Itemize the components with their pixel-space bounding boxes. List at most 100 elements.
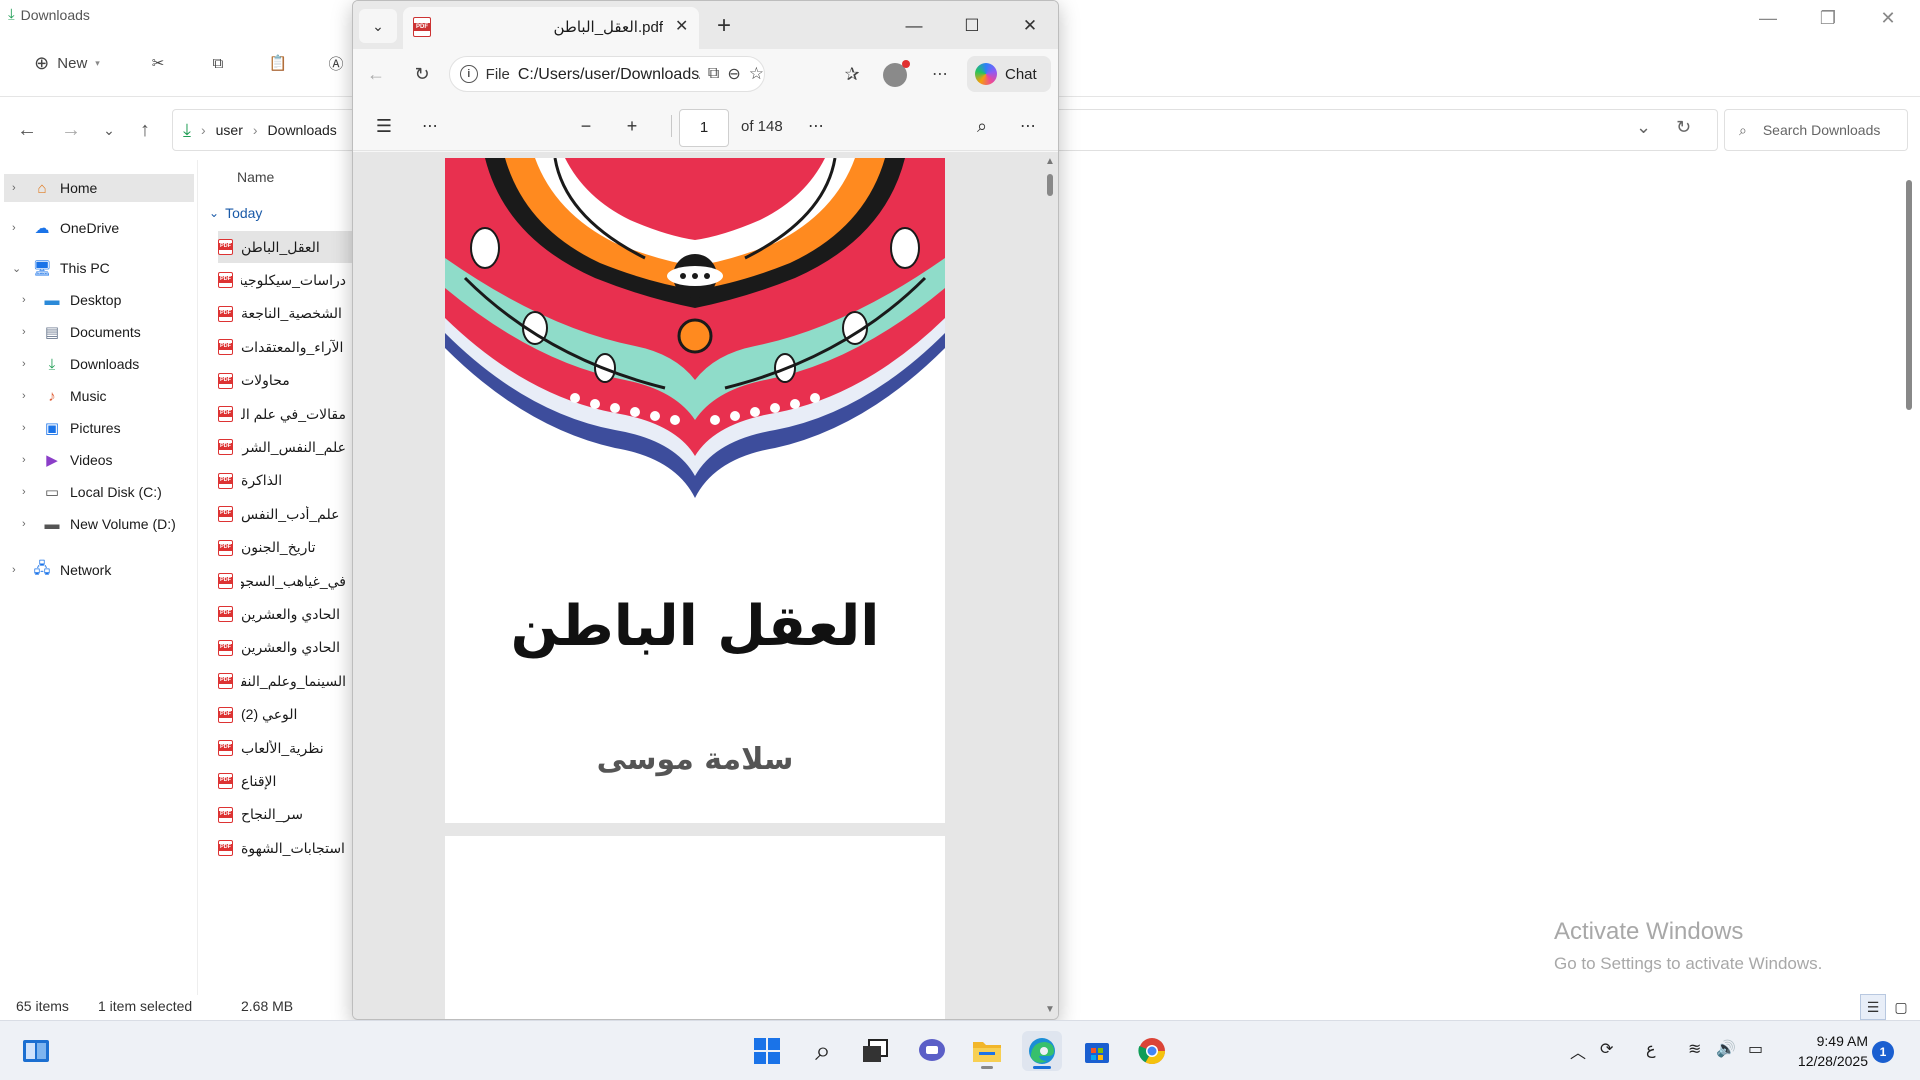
notification-badge[interactable]: 1 <box>1872 1041 1894 1063</box>
back-arrow-icon[interactable]: ← <box>359 57 393 91</box>
sidebar-item-local-disk[interactable]: › ▭ Local Disk (C:) <box>20 478 162 506</box>
sync-icon[interactable]: ⟳ <box>1600 1039 1613 1059</box>
up-arrow-icon[interactable]: ↑ <box>130 115 160 145</box>
sidebar-item-videos[interactable]: › ▶ Videos <box>20 446 113 474</box>
file-row[interactable]: الشخصية_الناجعة <box>218 298 355 330</box>
tab-actions-chevron-icon[interactable]: ⌄ <box>359 9 397 43</box>
file-row[interactable]: الذاكرة <box>218 465 355 497</box>
page-number-input[interactable]: 1 <box>679 109 729 147</box>
sidebar-item-home[interactable]: › ⌂ Home <box>4 174 194 202</box>
new-button[interactable]: ⊕ New ▾ <box>24 45 110 81</box>
chrome-taskbar-icon[interactable] <box>1132 1031 1172 1071</box>
breadcrumb-downloads[interactable]: Downloads <box>268 122 337 138</box>
file-row[interactable]: في_غياهب_السجون <box>218 565 355 597</box>
file-row[interactable]: الحادي والعشرين <box>218 632 355 664</box>
input-language[interactable]: ع <box>1646 1039 1656 1059</box>
file-row[interactable]: الوعي (2) <box>218 699 355 731</box>
file-row[interactable]: مقالات_في علم النفس <box>218 398 355 430</box>
close-button[interactable]: ✕ <box>1860 0 1916 36</box>
paste-icon[interactable]: 📋 <box>260 45 296 81</box>
wifi-icon[interactable]: ≋ <box>1688 1039 1701 1059</box>
refresh-icon[interactable]: ↻ <box>405 57 439 91</box>
file-row[interactable]: نظرية_الألعاب <box>218 732 355 764</box>
read-aloud-icon[interactable]: ⧉ <box>708 65 719 83</box>
tab-pdf[interactable]: العقل_الباطن.pdf ✕ <box>403 7 699 49</box>
cut-icon[interactable]: ✂ <box>140 45 176 81</box>
new-tab-plus-icon[interactable]: + <box>707 9 741 43</box>
search-box[interactable]: ⌕ Search Downloads <box>1724 109 1908 151</box>
favorite-star-icon[interactable]: ☆ <box>749 64 764 84</box>
column-header-name[interactable]: Name <box>237 169 274 185</box>
battery-icon[interactable]: ▭ <box>1748 1039 1763 1059</box>
file-row[interactable]: سر_النجاح <box>218 799 355 831</box>
sidebar-item-pictures[interactable]: › ▣ Pictures <box>20 414 121 442</box>
copy-icon[interactable]: ⧉ <box>200 45 236 81</box>
scroll-up-arrow-icon[interactable]: ▲ <box>1045 156 1055 167</box>
page-view-more-icon[interactable]: ⋯ <box>799 109 833 143</box>
info-icon[interactable]: i <box>460 65 478 83</box>
sidebar-item-network[interactable]: › 🖧 Network <box>4 556 111 584</box>
copilot-chat-button[interactable]: Chat <box>967 56 1051 92</box>
file-row[interactable]: استجابات_الشهوة <box>218 832 355 864</box>
widgets-icon[interactable] <box>16 1031 56 1071</box>
pdf-viewport[interactable]: العقل الباطن سلامة موسى ▲ ▼ <box>353 152 1058 1019</box>
teams-chat-icon[interactable] <box>912 1031 952 1071</box>
back-arrow-icon[interactable]: ← <box>12 115 42 145</box>
pdf-scrollbar[interactable]: ▲ ▼ <box>1043 152 1057 1019</box>
refresh-icon[interactable]: ↻ <box>1676 117 1691 138</box>
zoom-in-button[interactable]: + <box>615 109 649 143</box>
more-tools-icon[interactable]: ⋯ <box>413 109 447 143</box>
address-bar[interactable]: i File C:/Users/user/Downloads/العقل_الب… <box>449 56 765 92</box>
close-button[interactable]: ✕ <box>1007 9 1053 43</box>
vertical-scrollbar[interactable] <box>1906 180 1912 410</box>
scroll-down-arrow-icon[interactable]: ▼ <box>1045 1004 1055 1015</box>
tab-close-icon[interactable]: ✕ <box>675 16 688 36</box>
address-history-chevron-icon[interactable]: ⌄ <box>1636 117 1651 138</box>
file-row[interactable]: دراسات_سيكلوجية <box>218 264 355 296</box>
sidebar-item-desktop[interactable]: › ▬ Desktop <box>20 286 121 314</box>
file-row[interactable]: علم_النفس_الشرعي <box>218 431 355 463</box>
sidebar-item-onedrive[interactable]: › ☁ OneDrive <box>4 214 119 242</box>
details-view-icon[interactable]: ☰ <box>1860 994 1886 1020</box>
start-windows-icon[interactable] <box>747 1031 787 1071</box>
task-view-icon[interactable] <box>855 1031 895 1071</box>
file-row[interactable]: محاولات <box>218 365 355 397</box>
edge-taskbar-icon[interactable] <box>1022 1031 1062 1071</box>
favorites-icon[interactable]: ✰ <box>835 57 869 91</box>
file-row[interactable]: علم_أدب_النفس <box>218 498 355 530</box>
sidebar-item-new-volume[interactable]: › ▬ New Volume (D:) <box>20 510 176 538</box>
group-header-today[interactable]: ⌄ Today <box>209 205 262 221</box>
tiles-view-icon[interactable]: ▢ <box>1888 994 1914 1020</box>
file-row[interactable]: الآراء_والمعتقدات <box>218 331 355 363</box>
maximize-button[interactable]: ☐ <box>949 9 995 43</box>
breadcrumb-user[interactable]: user <box>216 122 243 138</box>
rename-icon[interactable]: Ⓐ <box>318 45 354 81</box>
search-icon[interactable]: ⌕ <box>965 109 999 143</box>
restore-button[interactable]: ❐ <box>1800 0 1856 36</box>
file-row[interactable]: تاريخ_الجنون <box>218 532 355 564</box>
file-row[interactable]: الإقناع <box>218 765 355 797</box>
microsoft-store-icon[interactable] <box>1077 1031 1117 1071</box>
sidebar-item-this-pc[interactable]: ⌄ 🖥 This PC <box>4 254 110 282</box>
volume-icon[interactable]: 🔊 <box>1716 1039 1736 1059</box>
file-row[interactable]: الحادي والعشرين <box>218 598 355 630</box>
recent-chevron-icon[interactable]: ⌄ <box>94 115 124 145</box>
zoom-out-icon[interactable]: ⊖ <box>727 64 740 84</box>
sidebar-item-downloads[interactable]: › ⤓ Downloads <box>20 350 139 378</box>
minimize-button[interactable]: — <box>891 9 937 43</box>
show-hidden-icons-chevron-icon[interactable]: ︿ <box>1570 1039 1586 1063</box>
contents-list-icon[interactable]: ☰ <box>367 109 401 143</box>
settings-more-icon[interactable]: ⋯ <box>923 57 957 91</box>
search-icon[interactable]: ⌕ <box>803 1031 843 1071</box>
file-row[interactable]: السينما_وعلم_النفس <box>218 665 355 697</box>
file-row[interactable]: العقل_الباطن <box>218 231 355 263</box>
system-clock[interactable]: 9:49 AM 12/28/2025 <box>1778 1031 1868 1071</box>
zoom-out-button[interactable]: − <box>569 109 603 143</box>
sidebar-item-music[interactable]: › ♪ Music <box>20 382 107 410</box>
file-explorer-taskbar-icon[interactable] <box>967 1031 1007 1071</box>
minimize-button[interactable]: — <box>1740 0 1796 36</box>
forward-arrow-icon[interactable]: → <box>56 115 86 145</box>
pdf-scroll-thumb[interactable] <box>1047 174 1053 196</box>
sidebar-item-documents[interactable]: › ▤ Documents <box>20 318 141 346</box>
pdf-more-options-icon[interactable]: ⋯ <box>1011 109 1045 143</box>
